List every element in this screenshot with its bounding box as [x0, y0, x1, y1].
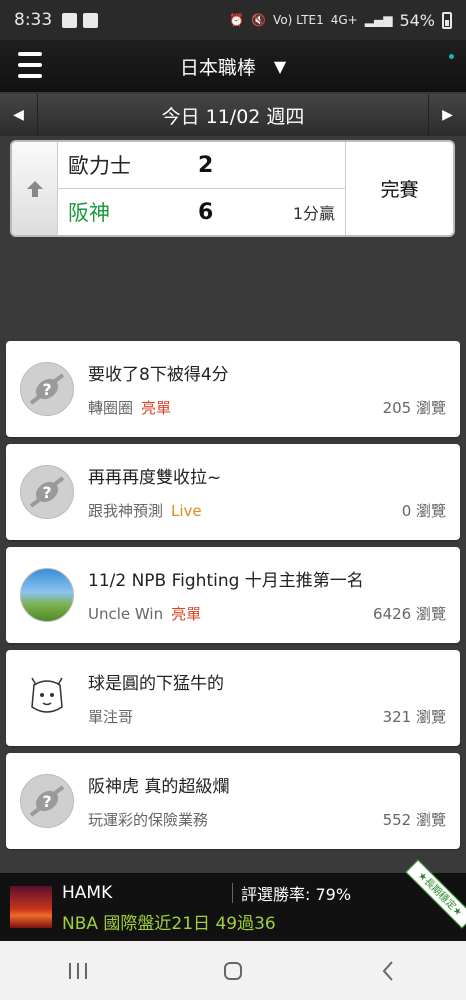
svg-text:?: ?	[42, 380, 51, 399]
away-team-score: 2	[198, 152, 214, 178]
post-author: 跟我神預測	[88, 502, 164, 520]
posts-list: ? 要收了8下被得4分 轉圈圈 亮單 205 瀏覽? 再再再度雙收拉~ 跟我神預測 Live 0…	[6, 341, 460, 856]
post-title: 11/2 NPB Fighting 十月主推第一名	[88, 571, 364, 591]
win-margin: 1分贏	[292, 204, 335, 223]
status-time: 8:33	[14, 10, 53, 30]
post-views: 0 瀏覽	[401, 502, 446, 520]
post-views: 552 瀏覽	[382, 811, 446, 829]
hot-tag: 亮單	[171, 605, 202, 623]
status-bar: 8:33 ⏰ 🔇 Vo) LTE1 4G+ ▂▄▆ 54%	[0, 0, 466, 40]
post-views: 321 瀏覽	[382, 708, 446, 726]
post-views: 6426 瀏覽	[373, 605, 446, 623]
post-title: 阪神虎 真的超級爛	[88, 777, 230, 797]
battery-percent: 54%	[399, 10, 435, 30]
recent-apps-icon[interactable]	[58, 956, 98, 986]
divider	[232, 882, 233, 903]
post-item[interactable]: 11/2 NPB Fighting 十月主推第一名 Uncle Win 亮單 6426…	[6, 547, 460, 643]
win-rate: 評選勝率: 79%	[241, 884, 352, 904]
svg-text:?: ?	[42, 792, 51, 811]
post-title: 要收了8下被得4分	[88, 365, 229, 385]
post-meta: 跟我神預測 Live 0 瀏覽	[88, 500, 446, 521]
post-item[interactable]: ? 再再再度雙收拉~ 跟我神預測 Live 0 瀏覽	[6, 444, 460, 540]
expert-banner[interactable]: HAMK 評選勝率: 79% NBA 國際盤近21日 49過36 ★長期穩定★	[0, 859, 466, 941]
default-avatar-icon: ?	[20, 362, 74, 416]
default-avatar-icon: ?	[20, 465, 74, 519]
home-team-row: 阪神 6 1分贏	[58, 188, 345, 235]
back-icon[interactable]	[368, 956, 408, 986]
post-meta: 單注哥 321 瀏覽	[88, 706, 446, 727]
game-scorecard[interactable]: 歐力士 2 阪神 6 1分贏 完賽	[10, 140, 455, 237]
network-indicator: 4G+	[330, 13, 358, 27]
signal-icon: ▂▄▆	[364, 13, 393, 27]
expand-arrow-icon[interactable]	[12, 142, 58, 235]
home-team-name: 阪神	[68, 201, 110, 225]
post-views: 205 瀏覽	[382, 399, 446, 417]
post-meta: 玩運彩的保險業務 552 瀏覽	[88, 809, 446, 830]
away-team-row: 歐力士 2	[58, 142, 345, 188]
live-tag: Live	[171, 501, 202, 520]
expert-record: NBA 國際盤近21日 49過36	[62, 913, 276, 934]
home-icon[interactable]	[213, 956, 253, 986]
post-meta: 轉圈圈 亮單 205 瀏覽	[88, 397, 446, 418]
prev-date-button[interactable]: ◀	[0, 94, 38, 136]
away-team-name: 歐力士	[68, 154, 131, 178]
alarm-icon: ⏰	[229, 13, 245, 27]
post-meta: Uncle Win 亮單 6426 瀏覽	[88, 603, 446, 624]
default-avatar-icon: ?	[20, 774, 74, 828]
mute-icon: 🔇	[251, 13, 267, 27]
game-status: 完賽	[345, 142, 453, 235]
menu-icon[interactable]	[18, 52, 42, 78]
expert-name: HAMK	[62, 882, 113, 903]
loading-indicator	[449, 54, 454, 59]
svg-text:?: ?	[42, 483, 51, 502]
post-item[interactable]: ? 要收了8下被得4分 轉圈圈 亮單 205 瀏覽	[6, 341, 460, 437]
system-nav-bar	[0, 941, 466, 1000]
league-title: 日本職棒	[179, 56, 256, 79]
user-photo-avatar	[20, 568, 74, 622]
post-author: Uncle Win	[88, 604, 164, 623]
next-date-button[interactable]: ▶	[428, 94, 466, 136]
post-item[interactable]: ? 阪神虎 真的超級爛 玩運彩的保險業務 552 瀏覽	[6, 753, 460, 849]
gallery-icon	[62, 12, 78, 28]
top-nav: 日本職棒 ▼	[0, 40, 466, 92]
home-team-score: 6	[198, 199, 214, 225]
battery-icon	[442, 11, 452, 29]
league-selector[interactable]: 日本職棒 ▼	[180, 53, 286, 80]
caret-down-icon: ▼	[273, 56, 287, 76]
volte-indicator: Vo) LTE1	[273, 13, 324, 27]
post-author: 玩運彩的保險業務	[88, 811, 209, 829]
post-title: 球是圓的下猛牛的	[88, 674, 224, 694]
expert-avatar	[10, 886, 52, 928]
post-author: 單注哥	[88, 708, 134, 726]
date-bar: ◀ 今日 11/02 週四 ▶	[0, 94, 466, 136]
post-title: 再再再度雙收拉~	[88, 468, 222, 488]
post-item[interactable]: 球是圓的下猛牛的 單注哥 321 瀏覽	[6, 650, 460, 746]
checkbox-icon	[83, 12, 99, 28]
cartoon-avatar	[20, 671, 74, 725]
current-date: 今日 11/02 週四	[161, 105, 305, 128]
hot-tag: 亮單	[141, 399, 172, 417]
post-author: 轉圈圈	[88, 399, 134, 417]
